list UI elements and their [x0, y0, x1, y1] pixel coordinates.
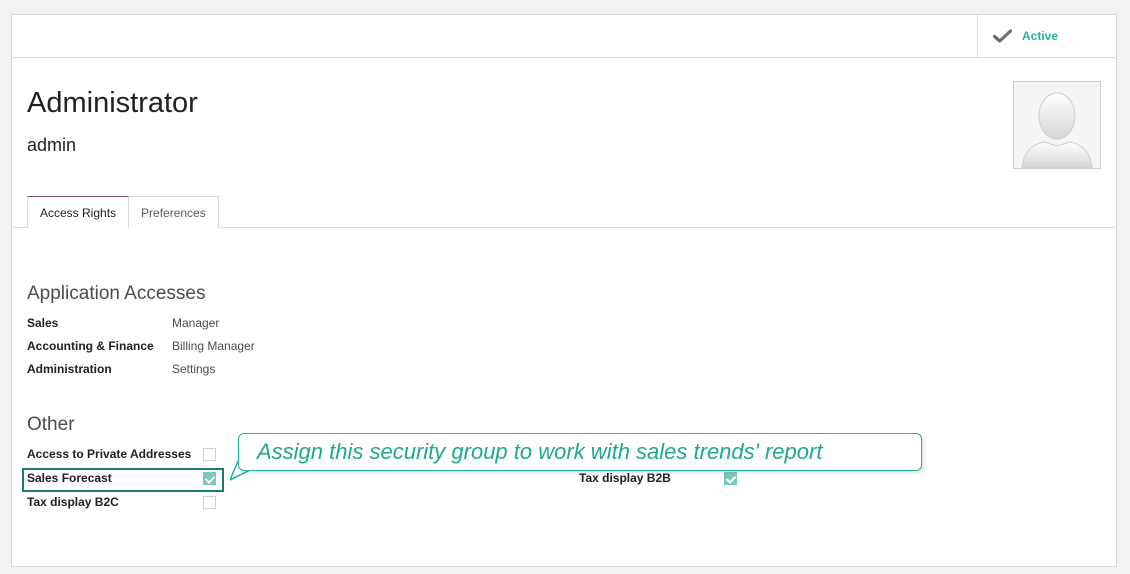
checkmark-icon: [993, 29, 1012, 43]
status-bar: Active: [12, 15, 1116, 58]
access-value-select[interactable]: Settings: [172, 362, 215, 376]
avatar[interactable]: [1013, 81, 1101, 169]
access-value-select[interactable]: Manager: [172, 316, 219, 330]
user-login-field[interactable]: admin: [27, 135, 76, 156]
tab-preferences[interactable]: Preferences: [129, 196, 219, 228]
access-label: Sales: [27, 316, 59, 330]
access-row-accounting: Accounting & Finance Billing Manager: [27, 336, 255, 356]
tab-access-rights[interactable]: Access Rights: [27, 196, 130, 229]
access-label: Administration: [27, 362, 112, 376]
application-accesses-title: Application Accesses: [27, 283, 206, 304]
annotation-callout: Assign this security group to work with …: [238, 433, 922, 471]
tax-b2c-checkbox[interactable]: [203, 496, 216, 509]
user-name-field[interactable]: Administrator: [27, 87, 198, 120]
tab-bar: Access Rights Preferences: [27, 196, 219, 229]
checkbox-label: Access to Private Addresses: [27, 447, 192, 461]
private-addresses-checkbox[interactable]: [203, 448, 216, 461]
checkbox-row-tax-b2c: Tax display B2C: [27, 491, 119, 513]
access-value-select[interactable]: Billing Manager: [172, 339, 255, 353]
access-row-administration: Administration Settings: [27, 359, 215, 379]
active-toggle-button[interactable]: Active: [977, 15, 1116, 57]
checkbox-label: Tax display B2C: [27, 495, 119, 509]
active-label: Active: [1022, 29, 1059, 43]
access-row-sales: Sales Manager: [27, 313, 219, 333]
highlight-frame: [22, 468, 224, 492]
checkbox-row-private-addresses: Access to Private Addresses: [27, 443, 191, 465]
other-section-title: Other: [27, 414, 75, 435]
form-sheet: Active Administrator admin Access Rights…: [11, 14, 1117, 567]
access-label: Accounting & Finance: [27, 339, 154, 353]
checkbox-label: Tax display B2B: [579, 471, 671, 485]
user-silhouette-icon: [1014, 82, 1100, 168]
tax-b2b-checkbox[interactable]: [724, 472, 737, 485]
